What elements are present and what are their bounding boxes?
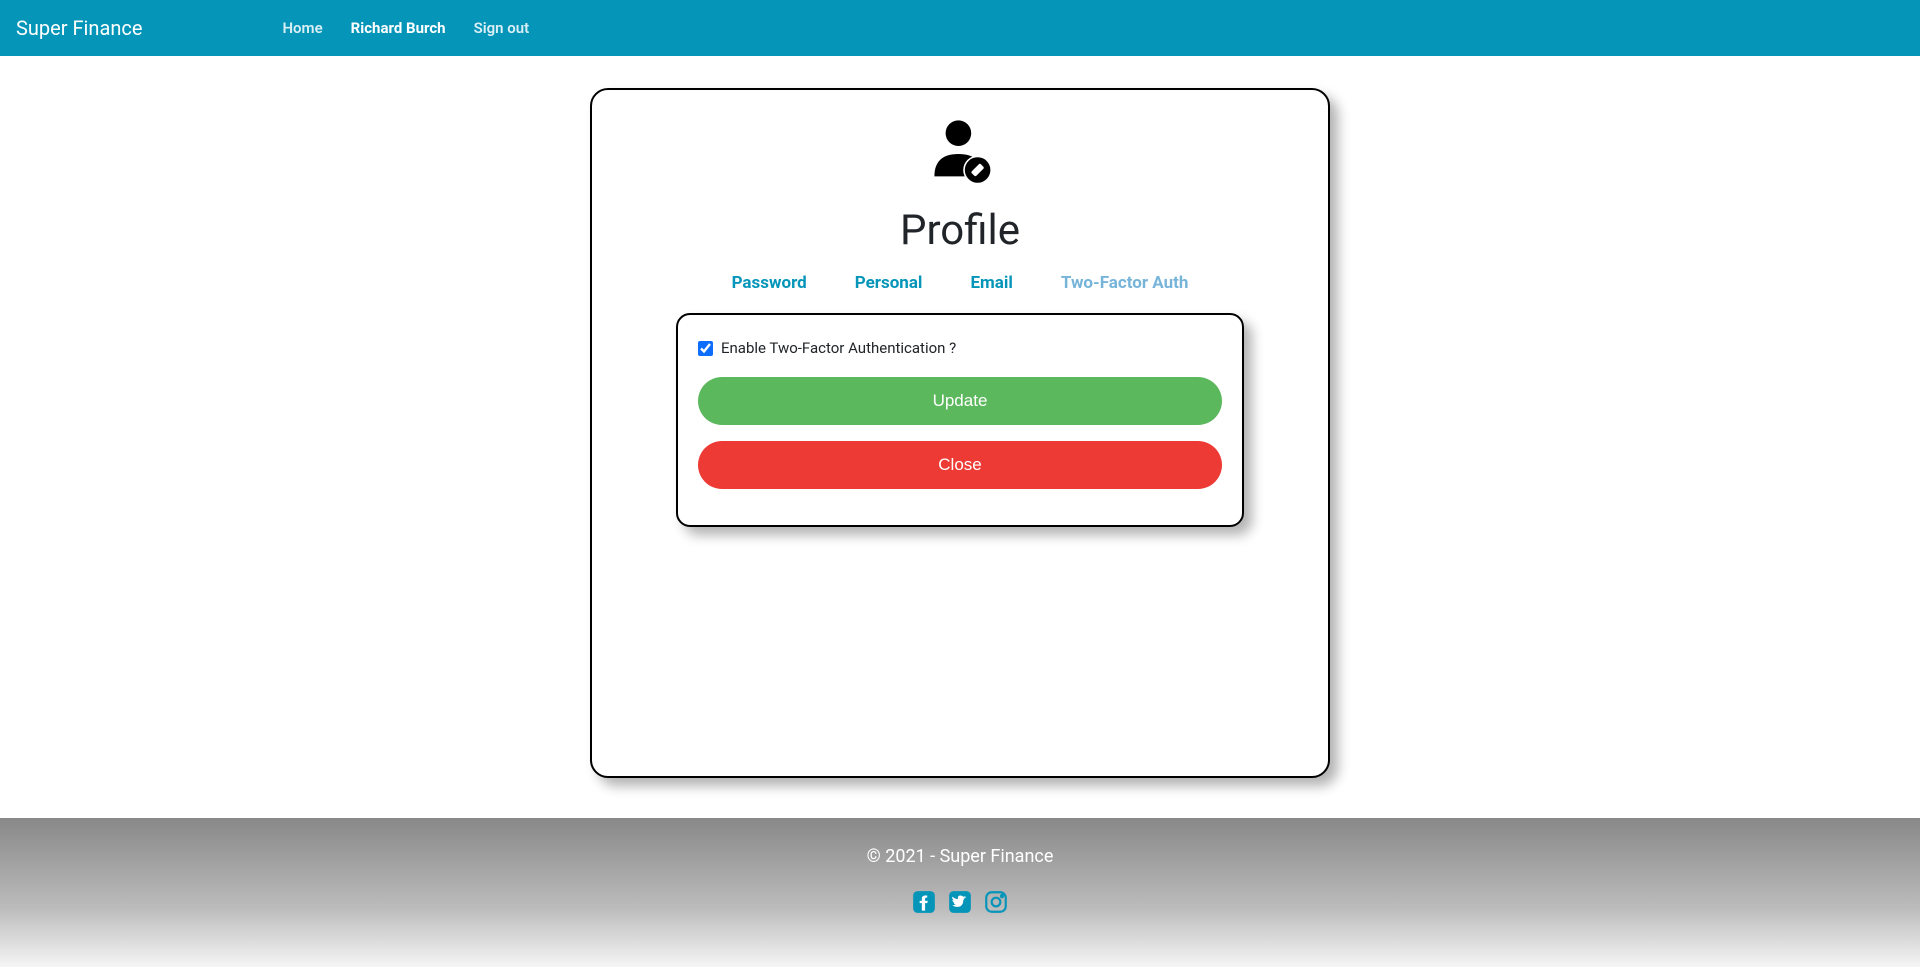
main-content: Profile Password Personal Email Two-Fact… (0, 56, 1920, 818)
nav-user[interactable]: Richard Burch (351, 19, 446, 37)
two-factor-panel: Enable Two-Factor Authentication ? Updat… (676, 313, 1244, 527)
facebook-icon[interactable] (911, 889, 937, 919)
enable-2fa-label: Enable Two-Factor Authentication ? (721, 339, 956, 357)
page-title: Profile (620, 206, 1300, 255)
close-button[interactable]: Close (698, 441, 1222, 489)
brand-link[interactable]: Super Finance (16, 16, 142, 40)
tab-password[interactable]: Password (732, 273, 807, 293)
twitter-icon[interactable] (947, 889, 973, 919)
nav-home[interactable]: Home (282, 19, 322, 37)
update-button[interactable]: Update (698, 377, 1222, 425)
footer: © 2021 - Super Finance (0, 818, 1920, 967)
nav-links: Home Richard Burch Sign out (282, 19, 529, 37)
social-icons (0, 889, 1920, 919)
checkbox-row: Enable Two-Factor Authentication ? (698, 339, 1222, 357)
profile-card: Profile Password Personal Email Two-Fact… (590, 88, 1330, 778)
footer-copyright: © 2021 - Super Finance (0, 846, 1920, 867)
tab-personal[interactable]: Personal (855, 273, 923, 293)
tab-two-factor[interactable]: Two-Factor Auth (1061, 273, 1189, 293)
tabs: Password Personal Email Two-Factor Auth (620, 273, 1300, 293)
instagram-icon[interactable] (983, 889, 1009, 919)
enable-2fa-checkbox[interactable] (698, 341, 713, 356)
user-edit-icon (920, 114, 1000, 198)
navbar: Super Finance Home Richard Burch Sign ou… (0, 0, 1920, 56)
nav-signout[interactable]: Sign out (474, 19, 530, 37)
tab-email[interactable]: Email (970, 273, 1012, 293)
